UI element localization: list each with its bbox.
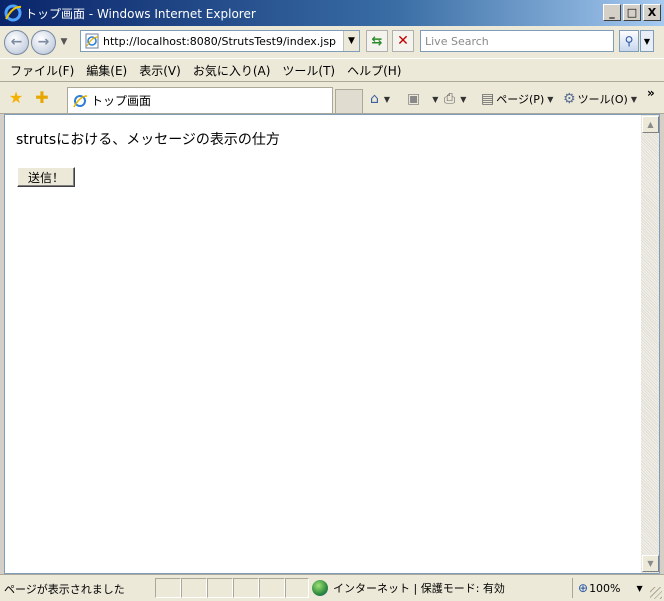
- window-title: トップ画面 - Windows Internet Explorer: [25, 6, 256, 21]
- address-dropdown[interactable]: ▼: [343, 31, 359, 51]
- address-bar[interactable]: http://localhost:8080/StrutsTest9/index.…: [80, 30, 360, 52]
- search-input[interactable]: Live Search: [420, 30, 614, 52]
- status-cell: [155, 578, 181, 598]
- page-heading: strutsにおける、メッセージの表示の仕方: [16, 132, 280, 148]
- page-content: strutsにおける、メッセージの表示の仕方 送信！: [4, 114, 641, 574]
- status-cell: [233, 578, 259, 598]
- print-button[interactable]: ⎙ ▼: [444, 90, 466, 108]
- refresh-button[interactable]: ⇆: [366, 30, 388, 52]
- close-button[interactable]: X: [643, 4, 661, 21]
- navigation-bar: ← → ▼ http://localhost:8080/StrutsTest9/…: [0, 26, 664, 58]
- stop-button[interactable]: ✕: [392, 30, 414, 52]
- menu-view[interactable]: 表示(V): [133, 62, 187, 79]
- home-icon: ⌂: [370, 91, 379, 107]
- zoom-dropdown-icon: ▼: [636, 583, 643, 593]
- page-menu-icon: ▤: [481, 91, 495, 107]
- send-button[interactable]: 送信！: [17, 167, 75, 187]
- status-bar: ページが表示されました インターネット | 保護モード: 有効 ⊕ 100% ▼: [0, 574, 664, 601]
- menu-edit[interactable]: 編集(E): [80, 62, 133, 79]
- toolbar-overflow-chevron[interactable]: »: [647, 86, 655, 100]
- vertical-scrollbar[interactable]: ▲ ▼: [641, 114, 660, 574]
- menu-file[interactable]: ファイル(F): [4, 62, 80, 79]
- address-input[interactable]: http://localhost:8080/StrutsTest9/index.…: [103, 35, 343, 48]
- menu-tools[interactable]: ツール(T): [276, 62, 341, 79]
- page-icon: [85, 33, 99, 49]
- menu-help[interactable]: ヘルプ(H): [341, 62, 407, 79]
- scroll-down-button[interactable]: ▼: [642, 555, 659, 572]
- recent-pages-dropdown[interactable]: ▼: [58, 37, 70, 47]
- scroll-up-button[interactable]: ▲: [642, 116, 659, 133]
- forward-button[interactable]: →: [31, 29, 56, 55]
- zoom-icon: ⊕: [578, 581, 589, 595]
- refresh-icon: ⇆: [371, 33, 383, 49]
- zoom-control[interactable]: ⊕ 100% ▼: [578, 578, 643, 598]
- feeds-icon: ▣: [407, 91, 421, 107]
- print-icon: ⎙: [444, 91, 456, 107]
- add-favorites-icon[interactable]: ✚: [33, 89, 51, 107]
- back-icon: ←: [10, 34, 23, 50]
- page-menu-button[interactable]: ▤ ページ(P) ▼: [481, 90, 553, 108]
- page-menu-label: ページ(P): [496, 93, 545, 106]
- zoom-level: 100%: [589, 581, 621, 595]
- menu-favorites[interactable]: お気に入り(A): [187, 62, 277, 79]
- security-zone[interactable]: インターネット | 保護モード: 有効: [312, 578, 505, 598]
- search-icon: ⚲: [624, 34, 634, 48]
- status-cell: [285, 578, 309, 598]
- favorites-star-icon[interactable]: ★: [7, 89, 25, 107]
- status-divider: [572, 578, 573, 598]
- page-icon: [73, 94, 88, 107]
- feeds-button[interactable]: ▣ ▼: [407, 90, 438, 108]
- security-zone-label: インターネット | 保護モード: 有効: [333, 582, 505, 595]
- tools-menu-button[interactable]: ⚙ ツール(O) ▼: [563, 90, 637, 108]
- search-options-dropdown[interactable]: ▼: [640, 30, 654, 52]
- new-tab-button[interactable]: [335, 89, 363, 113]
- title-bar: トップ画面 - Windows Internet Explorer _ □ X: [0, 0, 664, 26]
- tab-title: トップ画面: [91, 94, 152, 108]
- forward-icon: →: [37, 34, 50, 50]
- tab-top-page[interactable]: トップ画面: [67, 87, 333, 113]
- stop-icon: ✕: [397, 33, 409, 49]
- tools-gear-icon: ⚙: [563, 91, 576, 107]
- resize-grip[interactable]: [650, 587, 662, 599]
- favorites-bar: ★ ✚ トップ画面 ⌂ ▼ ▣ ▼ ⎙ ▼ ▤ ページ(P) ▼ ⚙ ツール(O) ▼ »: [0, 82, 664, 114]
- ie-logo-icon: [4, 4, 22, 22]
- globe-icon: [312, 580, 328, 596]
- status-text: ページが表示されました: [4, 583, 125, 596]
- tools-menu-label: ツール(O): [577, 93, 628, 106]
- status-cell: [259, 578, 285, 598]
- status-cell: [207, 578, 233, 598]
- maximize-button[interactable]: □: [623, 4, 641, 21]
- back-button[interactable]: ←: [4, 29, 29, 55]
- search-button[interactable]: ⚲: [619, 30, 639, 52]
- home-button[interactable]: ⌂ ▼: [370, 90, 390, 108]
- status-cell: [181, 578, 207, 598]
- minimize-button[interactable]: _: [603, 4, 621, 21]
- menu-bar: ファイル(F) 編集(E) 表示(V) お気に入り(A) ツール(T) ヘルプ(…: [0, 58, 664, 82]
